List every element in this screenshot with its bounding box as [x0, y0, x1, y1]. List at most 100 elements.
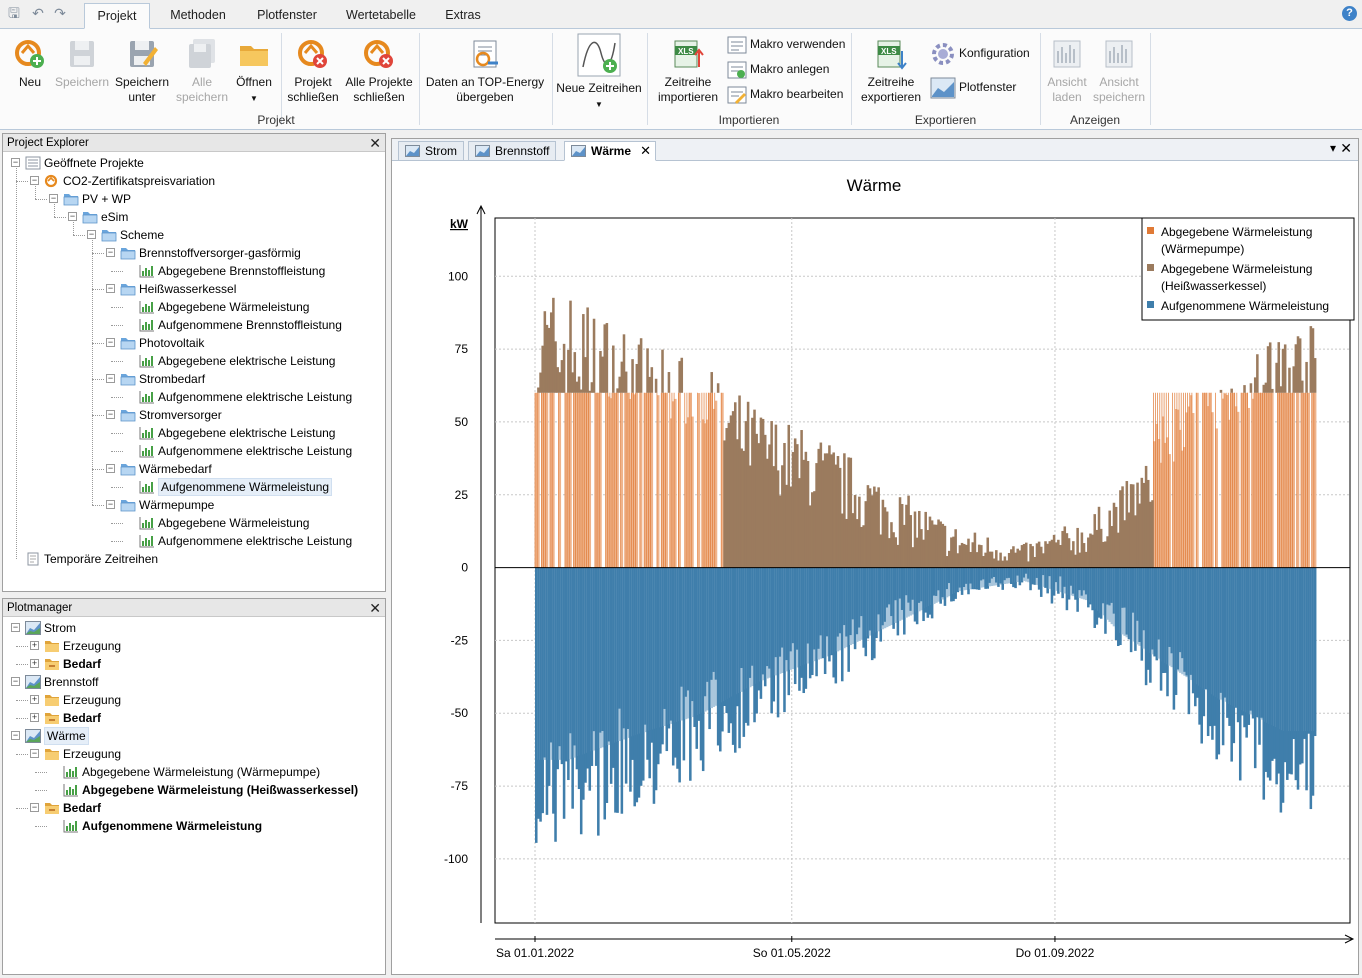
undo-icon[interactable]: ↶ — [30, 5, 46, 21]
explorer-item[interactable]: − Brennstoffversorger-gasförmig — [3, 244, 383, 262]
explorer-item[interactable]: − Wärmebedarf — [3, 460, 383, 478]
expand-icon[interactable]: + — [30, 659, 39, 668]
explorer-item[interactable]: − Strombedarf — [3, 370, 383, 388]
explorer-item[interactable]: Aufgenommene elektrische Leistung — [3, 442, 383, 460]
plot-window-button[interactable]: Plotfenster — [930, 76, 1016, 100]
plotmanager-item[interactable]: + Bedarf — [3, 709, 383, 727]
explorer-item[interactable]: − Photovoltaik — [3, 334, 383, 352]
close-plotmanager-icon[interactable]: ✕ — [369, 600, 381, 616]
save-as-button[interactable]: Speichern unter — [112, 37, 172, 105]
explorer-item[interactable]: Aufgenommene Wärmeleistung — [3, 478, 383, 496]
export-time-series-button[interactable]: XLS Zeitreihe exportieren — [856, 37, 926, 105]
collapse-icon[interactable]: − — [106, 338, 115, 347]
save-view-button[interactable]: Ansicht speichern — [1092, 37, 1146, 105]
collapse-icon[interactable]: − — [68, 212, 77, 221]
close-tab-icon[interactable]: ✕ — [640, 142, 651, 160]
collapse-icon[interactable]: − — [30, 176, 39, 185]
plotmanager-item[interactable]: − Bedarf — [3, 799, 383, 817]
transfer-to-top-energy-button[interactable]: Daten an TOP-Energy übergeben — [424, 37, 546, 105]
redo-icon[interactable]: ↷ — [52, 5, 68, 21]
collapse-icon[interactable]: − — [106, 374, 115, 383]
save-quick-icon[interactable]: 🖫 — [6, 5, 22, 21]
close-all-projects-button[interactable]: Alle Projekte schließen — [344, 37, 414, 105]
collapse-icon[interactable]: − — [11, 158, 20, 167]
collapse-icon[interactable]: − — [11, 731, 20, 740]
edit-macro-button[interactable]: Makro bearbeiten — [727, 86, 843, 104]
plotmanager-item[interactable]: Aufgenommene Wärmeleistung — [3, 817, 383, 835]
plotmanager-item[interactable]: + Erzeugung — [3, 637, 383, 655]
explorer-item[interactable]: − Wärmepumpe — [3, 496, 383, 514]
explorer-item[interactable]: − Heißwasserkessel — [3, 280, 383, 298]
plotmanager-item[interactable]: + Bedarf — [3, 655, 383, 673]
tab-projekt[interactable]: Projekt — [84, 3, 150, 29]
plotmanager-item[interactable]: − Erzeugung — [3, 745, 383, 763]
tab-plotfenster[interactable]: Plotfenster — [248, 3, 326, 29]
plot-tab-strom[interactable]: Strom — [398, 141, 464, 161]
time-series-icon — [139, 318, 155, 332]
expand-icon[interactable]: + — [30, 641, 39, 650]
explorer-item[interactable]: − Stromversorger — [3, 406, 383, 424]
explorer-item[interactable]: Abgegebene Wärmeleistung — [3, 514, 383, 532]
plotmanager-item[interactable]: + Erzeugung — [3, 691, 383, 709]
explorer-item[interactable]: Temporäre Zeitreihen — [3, 550, 383, 568]
open-button[interactable]: Öffnen ▼ — [230, 37, 278, 106]
new-time-series-dropdown-icon[interactable]: ▼ — [595, 100, 603, 109]
explorer-item[interactable]: Aufgenommene Brennstoffleistung — [3, 316, 383, 334]
collapse-icon[interactable]: − — [30, 749, 39, 758]
explorer-item[interactable]: − CO2-Zertifikatspreisvariation — [3, 172, 383, 190]
close-plot-window-icon[interactable]: ✕ — [1340, 140, 1352, 157]
plotmanager-item[interactable]: − Wärme — [3, 727, 383, 745]
collapse-icon[interactable]: − — [87, 230, 96, 239]
explorer-item-label: Aufgenommene Wärmeleistung — [158, 478, 333, 496]
collapse-icon[interactable]: − — [106, 284, 115, 293]
heat-chart[interactable]: Wärme 100 75 50 25 0 -25 -50 -75 -100 Sa 01.01.202… — [392, 162, 1358, 974]
tab-wertetabelle[interactable]: Wertetabelle — [338, 3, 424, 29]
explorer-item[interactable]: Abgegebene elektrische Leistung — [3, 352, 383, 370]
explorer-item[interactable]: Aufgenommene elektrische Leistung — [3, 532, 383, 550]
demand-bar — [1313, 567, 1317, 737]
explorer-item[interactable]: − Scheme — [3, 226, 383, 244]
explorer-item[interactable]: Abgegebene elektrische Leistung — [3, 424, 383, 442]
boiler-bar — [586, 307, 589, 393]
explorer-item[interactable]: − eSim — [3, 208, 383, 226]
tab-extras[interactable]: Extras — [438, 3, 488, 29]
new-button[interactable]: Neu — [8, 37, 52, 90]
save-button[interactable]: Speichern — [54, 37, 110, 90]
plotmanager-item[interactable]: Abgegebene Wärmeleistung (Heißwasserkess… — [3, 781, 383, 799]
explorer-item[interactable]: Abgegebene Brennstoffleistung — [3, 262, 383, 280]
plotmanager-item[interactable]: − Brennstoff — [3, 673, 383, 691]
expand-icon[interactable]: + — [30, 695, 39, 704]
collapse-icon[interactable]: − — [11, 623, 20, 632]
close-project-button[interactable]: Projekt schließen — [284, 37, 342, 105]
explorer-item[interactable]: − Geöffnete Projekte — [3, 154, 383, 172]
expand-icon[interactable]: + — [30, 713, 39, 722]
chart-tab-icon — [475, 145, 490, 157]
explorer-item[interactable]: − PV + WP — [3, 190, 383, 208]
collapse-icon[interactable]: − — [11, 677, 20, 686]
collapse-icon[interactable]: − — [30, 803, 39, 812]
help-icon[interactable]: ? — [1342, 6, 1357, 21]
create-macro-button[interactable]: Makro anlegen — [727, 61, 829, 79]
collapse-icon[interactable]: − — [106, 464, 115, 473]
explorer-item[interactable]: Abgegebene Wärmeleistung — [3, 298, 383, 316]
plot-tab-waerme[interactable]: Wärme ✕ — [564, 141, 656, 161]
open-dropdown-icon[interactable]: ▼ — [250, 94, 258, 103]
save-all-button[interactable]: Alle speichern — [174, 37, 230, 105]
plotmanager-item[interactable]: Abgegebene Wärmeleistung (Wärmepumpe) — [3, 763, 383, 781]
new-time-series-button[interactable]: Neue Zeitreihen ▼ — [555, 33, 643, 112]
collapse-icon[interactable]: − — [106, 500, 115, 509]
plot-tab-brennstoff[interactable]: Brennstoff — [468, 141, 556, 161]
explorer-item[interactable]: Aufgenommene elektrische Leistung — [3, 388, 383, 406]
plot-tab-label: Brennstoff — [495, 144, 550, 158]
configuration-button[interactable]: Konfiguration — [930, 41, 1030, 67]
tab-list-dropdown-icon[interactable]: ▾ — [1330, 141, 1336, 155]
plotmanager-item[interactable]: − Strom — [3, 619, 383, 637]
tab-methoden[interactable]: Methoden — [160, 3, 236, 29]
collapse-icon[interactable]: − — [49, 194, 58, 203]
import-time-series-button[interactable]: XLS Zeitreihe importieren — [652, 37, 724, 105]
collapse-icon[interactable]: − — [106, 410, 115, 419]
use-macro-button[interactable]: Makro verwenden — [727, 36, 845, 54]
collapse-icon[interactable]: − — [106, 248, 115, 257]
load-view-button[interactable]: Ansicht laden — [1043, 37, 1091, 105]
close-explorer-icon[interactable]: ✕ — [369, 135, 381, 151]
